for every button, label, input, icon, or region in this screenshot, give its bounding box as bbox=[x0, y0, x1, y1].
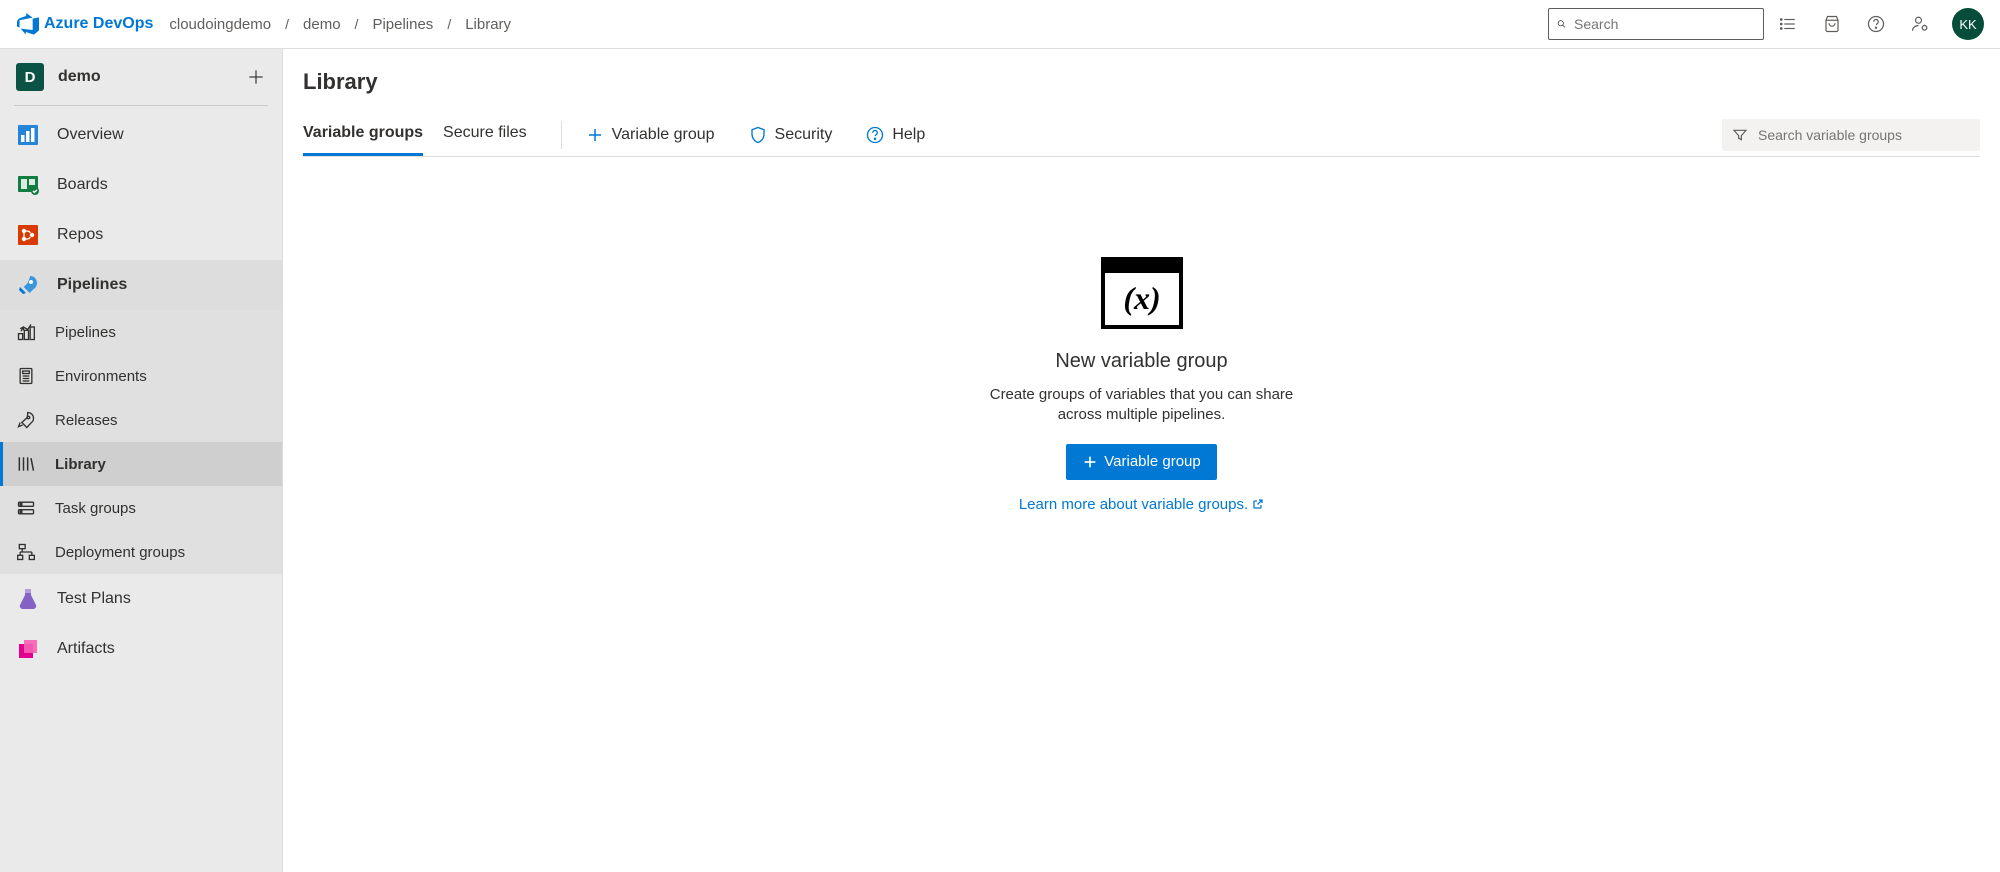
plus-icon bbox=[1082, 454, 1098, 470]
shield-icon bbox=[749, 126, 767, 144]
subnav-pipelines[interactable]: Pipelines bbox=[0, 310, 282, 354]
nav-label: Repos bbox=[57, 226, 103, 244]
help-button[interactable]: Help bbox=[856, 113, 935, 156]
subnav-releases[interactable]: Releases bbox=[0, 398, 282, 442]
help-circle-icon bbox=[866, 126, 884, 144]
learn-more-link[interactable]: Learn more about variable groups. bbox=[1019, 496, 1264, 513]
overview-icon bbox=[14, 121, 42, 149]
new-variable-group-button[interactable]: Variable group bbox=[576, 113, 725, 156]
nav-overview[interactable]: Overview bbox=[0, 110, 282, 160]
nav-artifacts[interactable]: Artifacts bbox=[0, 624, 282, 674]
list-icon[interactable] bbox=[1768, 4, 1808, 44]
global-search[interactable] bbox=[1548, 8, 1764, 40]
action-label: Help bbox=[892, 126, 925, 144]
task-groups-icon bbox=[14, 496, 38, 520]
subnav-label: Environments bbox=[55, 368, 147, 385]
subnav-label: Library bbox=[55, 456, 106, 473]
breadcrumb-separator: / bbox=[281, 16, 293, 32]
button-label: Variable group bbox=[1104, 453, 1200, 470]
artifacts-icon bbox=[14, 635, 42, 663]
sidebar-divider bbox=[14, 105, 268, 106]
breadcrumb-library[interactable]: Library bbox=[459, 16, 517, 33]
subnav-task-groups[interactable]: Task groups bbox=[0, 486, 282, 530]
nav-repos[interactable]: Repos bbox=[0, 210, 282, 260]
library-icon bbox=[14, 452, 38, 476]
avatar[interactable]: KK bbox=[1952, 8, 1984, 40]
filter-input[interactable] bbox=[1758, 127, 1970, 143]
create-variable-group-button[interactable]: Variable group bbox=[1066, 444, 1216, 480]
variable-group-empty-icon: (x) bbox=[1101, 257, 1183, 332]
subnav-environments[interactable]: Environments bbox=[0, 354, 282, 398]
nav-label: Boards bbox=[57, 176, 108, 194]
tab-secure-files[interactable]: Secure files bbox=[443, 113, 527, 156]
nav-label: Pipelines bbox=[57, 276, 127, 294]
repos-icon bbox=[14, 221, 42, 249]
global-search-input[interactable] bbox=[1574, 16, 1755, 32]
project-name[interactable]: demo bbox=[58, 68, 101, 86]
user-settings-icon[interactable] bbox=[1900, 4, 1940, 44]
nav-test-plans[interactable]: Test Plans bbox=[0, 574, 282, 624]
tab-variable-groups[interactable]: Variable groups bbox=[303, 113, 423, 156]
pipelines-icon bbox=[14, 271, 42, 299]
link-label: Learn more about variable groups. bbox=[1019, 496, 1248, 513]
help-icon[interactable] bbox=[1856, 4, 1896, 44]
shopping-bag-icon[interactable] bbox=[1812, 4, 1852, 44]
search-icon bbox=[1557, 16, 1566, 32]
tab-divider bbox=[561, 121, 562, 149]
subnav-label: Pipelines bbox=[55, 324, 116, 341]
azure-devops-logo-icon[interactable] bbox=[16, 12, 40, 36]
breadcrumb-separator: / bbox=[443, 16, 455, 32]
subnav-library[interactable]: Library bbox=[0, 442, 282, 486]
empty-state-description: Create groups of variables that you can … bbox=[972, 385, 1312, 426]
breadcrumb-org[interactable]: cloudoingdemo bbox=[163, 16, 277, 33]
new-item-button[interactable] bbox=[246, 67, 266, 87]
environments-icon bbox=[14, 364, 38, 388]
breadcrumb-pipelines[interactable]: Pipelines bbox=[366, 16, 439, 33]
svg-text:(x): (x) bbox=[1123, 280, 1160, 316]
nav-label: Test Plans bbox=[57, 590, 131, 608]
project-badge[interactable]: D bbox=[16, 63, 44, 91]
empty-state-title: New variable group bbox=[1055, 350, 1227, 373]
brand-name[interactable]: Azure DevOps bbox=[44, 15, 153, 33]
subnav-label: Deployment groups bbox=[55, 544, 185, 561]
action-label: Security bbox=[775, 126, 833, 144]
nav-pipelines[interactable]: Pipelines bbox=[0, 260, 282, 310]
nav-label: Artifacts bbox=[57, 640, 115, 658]
deployment-groups-icon bbox=[14, 540, 38, 564]
sidebar: D demo Overview Boards Repos Pipelines P bbox=[0, 49, 283, 872]
filter-variable-groups[interactable] bbox=[1722, 119, 1980, 151]
subnav-label: Task groups bbox=[55, 500, 136, 517]
test-plans-icon bbox=[14, 585, 42, 613]
boards-icon bbox=[14, 171, 42, 199]
action-label: Variable group bbox=[612, 126, 715, 144]
subnav-label: Releases bbox=[55, 412, 118, 429]
nav-label: Overview bbox=[57, 126, 124, 144]
external-link-icon bbox=[1252, 498, 1264, 510]
pipelines-sub-icon bbox=[14, 320, 38, 344]
plus-icon bbox=[586, 126, 604, 144]
subnav-deployment-groups[interactable]: Deployment groups bbox=[0, 530, 282, 574]
plus-icon bbox=[246, 67, 266, 87]
page-title: Library bbox=[303, 69, 1980, 95]
breadcrumb-separator: / bbox=[351, 16, 363, 32]
releases-icon bbox=[14, 408, 38, 432]
filter-icon bbox=[1732, 127, 1748, 143]
security-button[interactable]: Security bbox=[739, 113, 843, 156]
breadcrumb-project[interactable]: demo bbox=[297, 16, 347, 33]
nav-boards[interactable]: Boards bbox=[0, 160, 282, 210]
